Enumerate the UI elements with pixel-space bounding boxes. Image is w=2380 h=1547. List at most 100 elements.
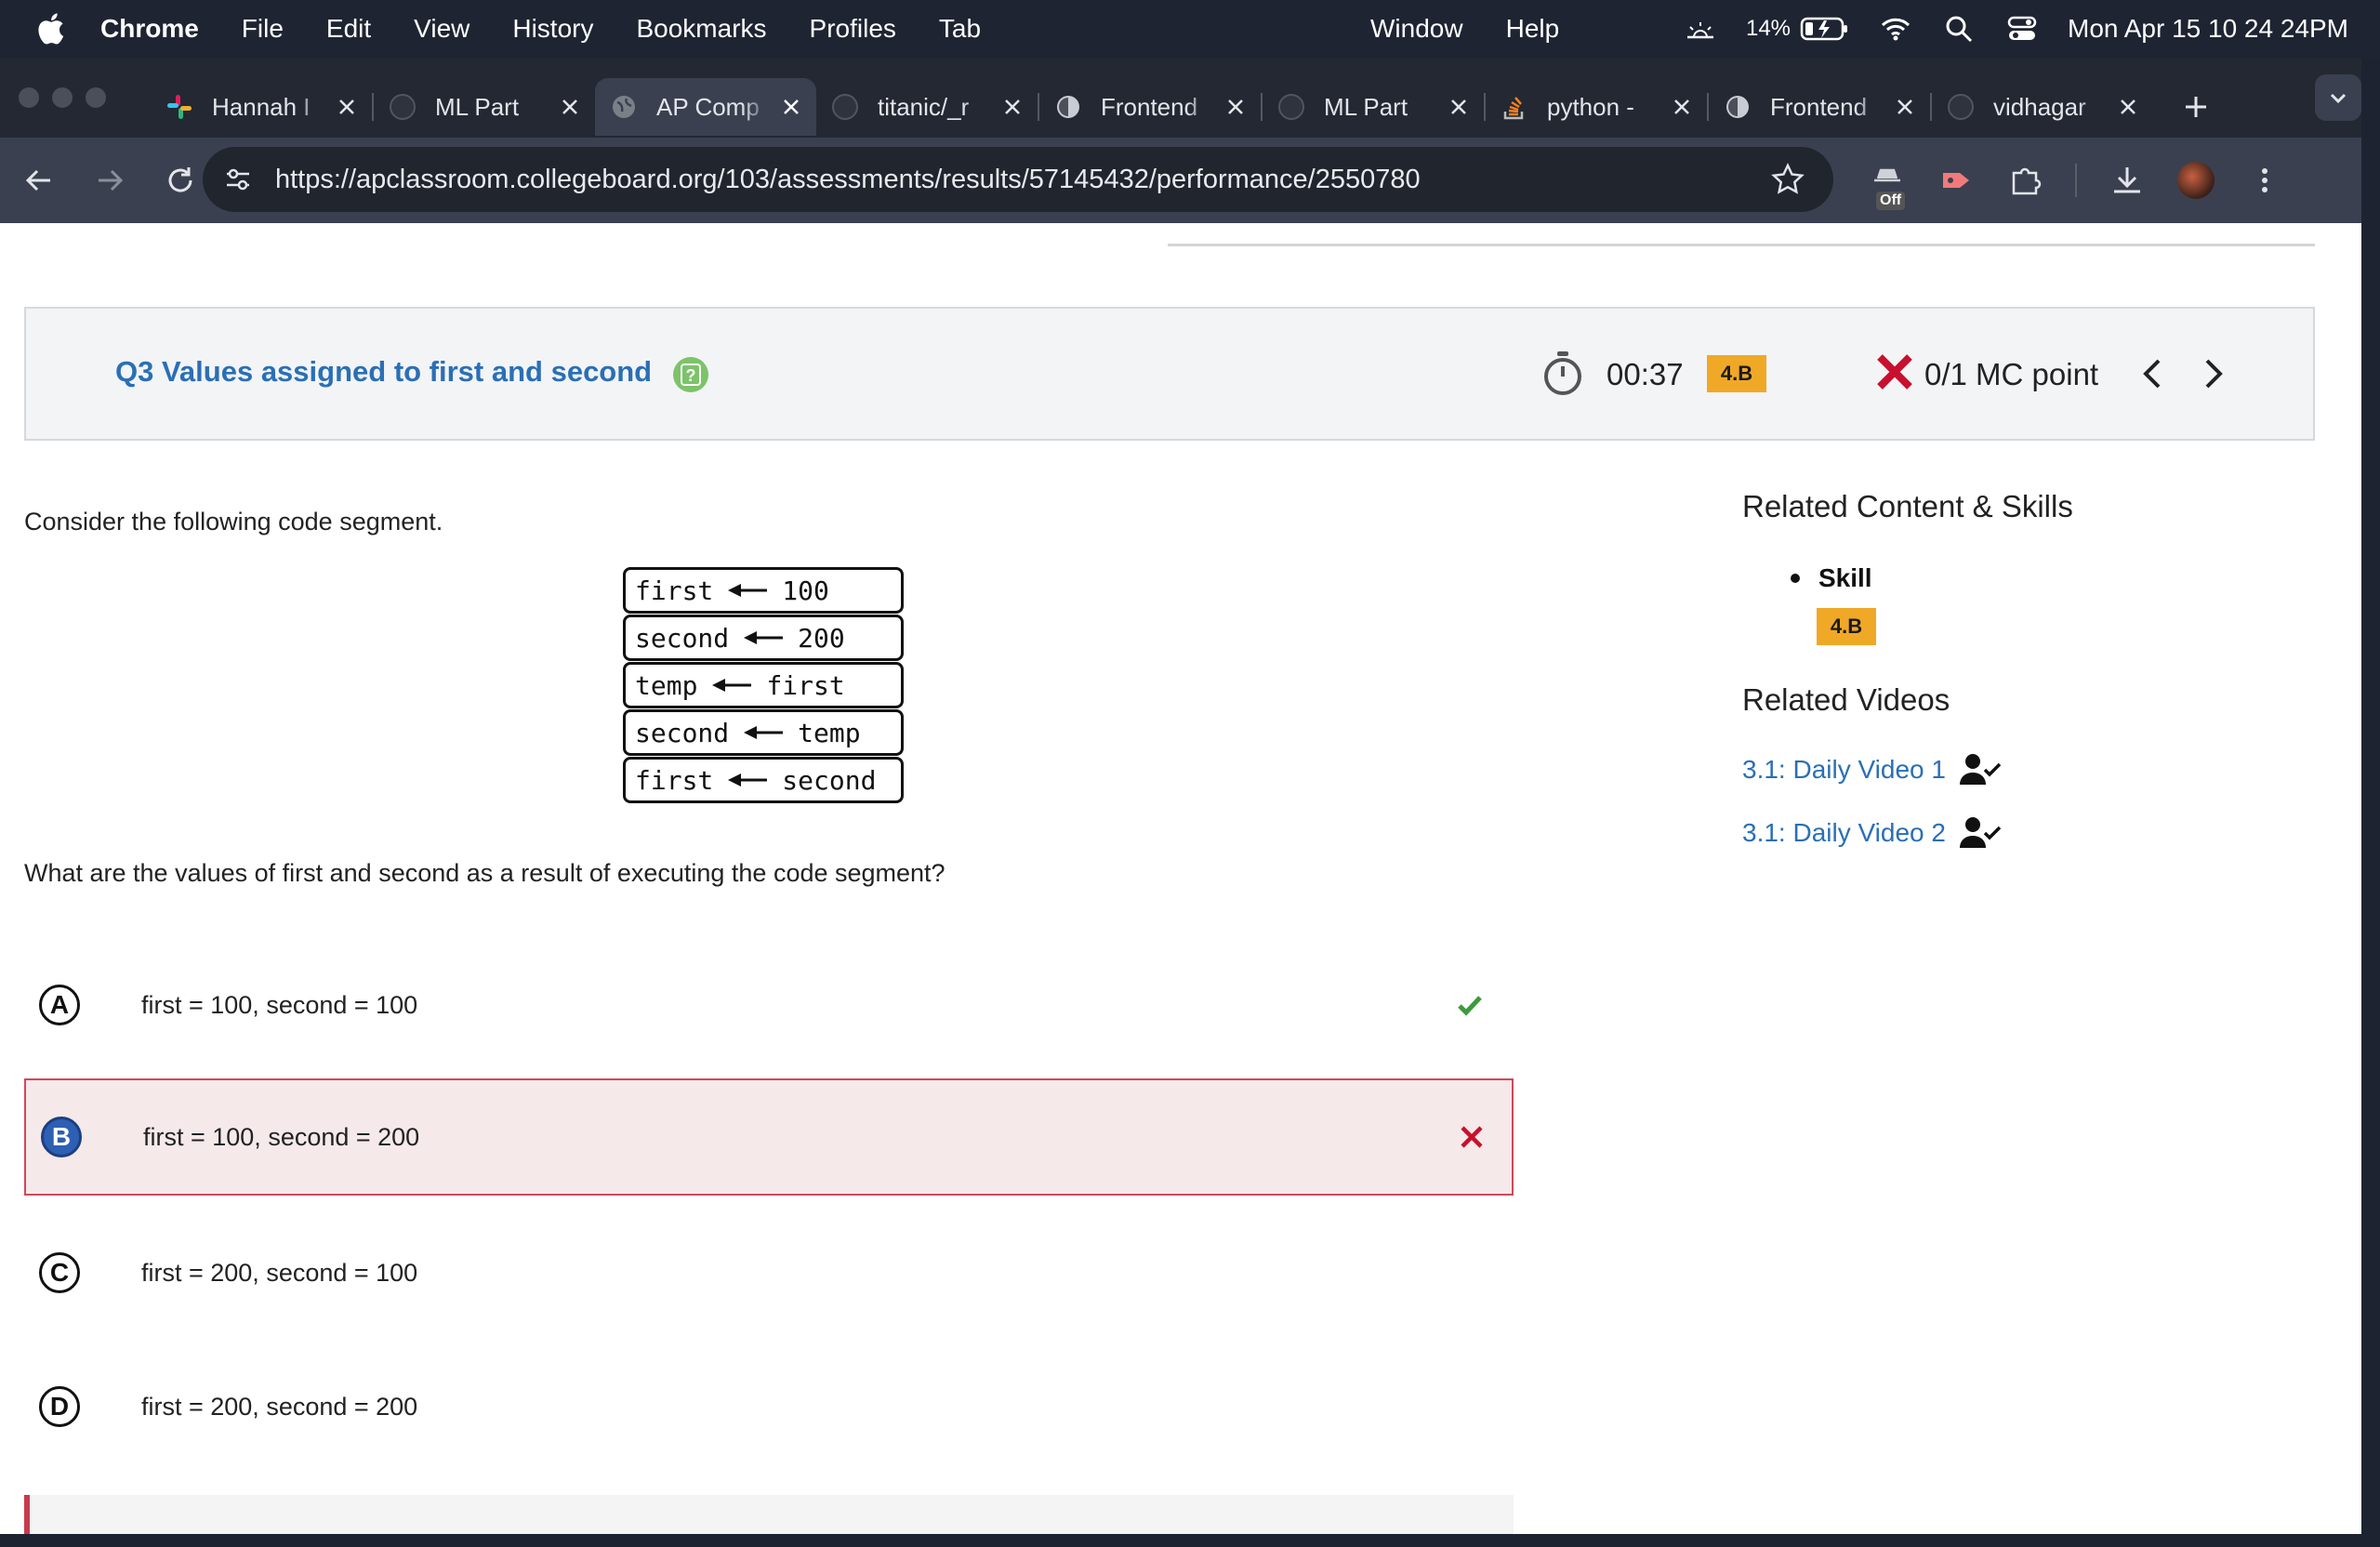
skill-item: Skill: [1791, 563, 2319, 593]
chevron-right-icon[interactable]: [2194, 355, 2231, 392]
assign-arrow-icon: [728, 774, 768, 787]
battery-icon[interactable]: [1800, 11, 1850, 46]
close-icon[interactable]: [560, 97, 580, 117]
tab-label: ML Part: [435, 92, 520, 121]
close-icon[interactable]: [781, 97, 801, 117]
tab-search-button[interactable]: [2315, 74, 2361, 121]
choice-a[interactable]: A first = 100, second = 100: [24, 946, 1514, 1064]
code-value: second: [782, 764, 877, 796]
minimize-window-button[interactable]: [52, 87, 73, 108]
skill-badge: 4.B: [1707, 355, 1766, 392]
menu-history[interactable]: History: [512, 14, 593, 44]
tab-ml-part-2[interactable]: ML Part: [1263, 78, 1484, 136]
menu-tab[interactable]: Tab: [939, 14, 981, 44]
close-window-button[interactable]: [19, 87, 39, 108]
menu-app-chrome[interactable]: Chrome: [100, 14, 199, 44]
tab-titanic[interactable]: titanic/_r: [816, 78, 1038, 136]
time-spent: 00:37: [1606, 357, 1684, 391]
back-button[interactable]: [20, 162, 58, 199]
forward-button[interactable]: [91, 162, 128, 199]
tab-label: vidhagar: [1993, 92, 2086, 121]
choice-d[interactable]: D first = 200, second = 200: [24, 1348, 1514, 1465]
tab-slack[interactable]: Hannah I: [151, 78, 372, 136]
code-line: temp first: [623, 662, 904, 708]
tag-arrow-icon: [1943, 173, 1969, 188]
feedback-panel: [24, 1495, 1514, 1534]
tab-frontend-1[interactable]: Frontend: [1039, 78, 1261, 136]
browser-toolbar: https://apclassroom.collegeboard.org/103…: [0, 138, 2361, 223]
profile-button[interactable]: [2177, 162, 2215, 199]
tab-python[interactable]: python -: [1486, 78, 1707, 136]
choice-letter: C: [39, 1252, 80, 1293]
assign-arrow-icon: [728, 584, 768, 597]
arrow-right-icon: [99, 169, 124, 192]
extension-button[interactable]: [1937, 162, 1975, 199]
reload-button[interactable]: [162, 162, 199, 199]
new-tab-plus-icon[interactable]: [2177, 88, 2215, 126]
site-info-icon[interactable]: [221, 163, 255, 196]
close-icon[interactable]: [2118, 97, 2138, 117]
stackoverflow-icon: [1503, 97, 1524, 120]
assign-arrow-icon: [744, 631, 784, 644]
address-bar[interactable]: https://apclassroom.collegeboard.org/103…: [203, 147, 1833, 212]
close-icon[interactable]: [337, 97, 357, 117]
downloads-button[interactable]: [2109, 162, 2146, 199]
url-text[interactable]: https://apclassroom.collegeboard.org/103…: [275, 165, 1770, 195]
menu-profiles[interactable]: Profiles: [810, 14, 896, 44]
video-link[interactable]: 3.1: Daily Video 1: [1742, 755, 1946, 785]
help-question-icon[interactable]: ?: [671, 355, 710, 394]
tab-label: AP Comp: [656, 92, 760, 121]
tab-ap-classroom[interactable]: AP Comp: [595, 78, 816, 136]
tab-vidhagar[interactable]: vidhagar: [1932, 78, 2153, 136]
chevron-left-icon[interactable]: [2135, 355, 2172, 392]
apple-logo-icon[interactable]: [37, 13, 65, 45]
score-text: 0/1 MC point: [1924, 357, 2099, 391]
menu-edit[interactable]: Edit: [326, 14, 371, 44]
code-target: first: [635, 764, 714, 796]
bookmark-star-icon[interactable]: [1770, 162, 1805, 197]
close-icon[interactable]: [1225, 97, 1246, 117]
question-prompt: What are the values of first and second …: [24, 859, 945, 887]
code-line: first 100: [623, 567, 904, 614]
tab-ml-part-1[interactable]: ML Part: [374, 78, 595, 136]
close-icon[interactable]: [1672, 97, 1692, 117]
code-target: first: [635, 575, 714, 606]
close-icon[interactable]: [1895, 97, 1915, 117]
incorrect-x-icon: [1877, 354, 1912, 390]
site-icon: [1726, 96, 1749, 118]
close-icon[interactable]: [1002, 97, 1023, 117]
maximize-window-button[interactable]: [86, 87, 106, 108]
globe-icon: [613, 96, 635, 118]
menu-file[interactable]: File: [242, 14, 284, 44]
extension-off-badge: Off: [1876, 192, 1906, 210]
battery-percent: 14%: [1745, 16, 1792, 41]
menu-help[interactable]: Help: [1506, 14, 1560, 44]
incorrect-x-icon: [1461, 1126, 1483, 1148]
spotlight-search-icon[interactable]: [1941, 11, 1977, 46]
extension-off-button[interactable]: Off: [1869, 162, 1906, 210]
choice-letter: D: [39, 1386, 80, 1427]
reload-icon: [168, 167, 192, 192]
question-title: Q3 Values assigned to first and second: [115, 355, 653, 388]
menu-view[interactable]: View: [414, 14, 469, 44]
chrome-menu-button[interactable]: [2246, 162, 2283, 199]
menu-bookmarks[interactable]: Bookmarks: [636, 14, 766, 44]
choice-c[interactable]: C first = 200, second = 100: [24, 1214, 1514, 1331]
video-link[interactable]: 3.1: Daily Video 2: [1742, 818, 1946, 848]
tab-label: Frontend: [1101, 92, 1198, 121]
macos-menubar: Chrome File Edit View History Bookmarks …: [0, 0, 2380, 58]
choice-text: first = 200, second = 200: [141, 1392, 418, 1421]
github-icon: [832, 94, 858, 120]
arrow-left-icon: [25, 169, 50, 192]
control-center-icon[interactable]: [2004, 11, 2040, 46]
brightness-icon[interactable]: [1683, 11, 1718, 46]
choice-b[interactable]: B first = 100, second = 200: [24, 1078, 1514, 1196]
menu-window[interactable]: Window: [1370, 14, 1463, 44]
tab-frontend-2[interactable]: Frontend: [1709, 78, 1930, 136]
menubar-clock[interactable]: Mon Apr 15 10 24 24PM: [2068, 14, 2348, 44]
wifi-icon[interactable]: [1878, 11, 1913, 46]
video-item: 3.1: Daily Video 2: [1742, 814, 2319, 852]
extensions-button[interactable]: [2006, 162, 2043, 199]
close-icon[interactable]: [1448, 97, 1469, 117]
video-item: 3.1: Daily Video 1: [1742, 751, 2319, 788]
